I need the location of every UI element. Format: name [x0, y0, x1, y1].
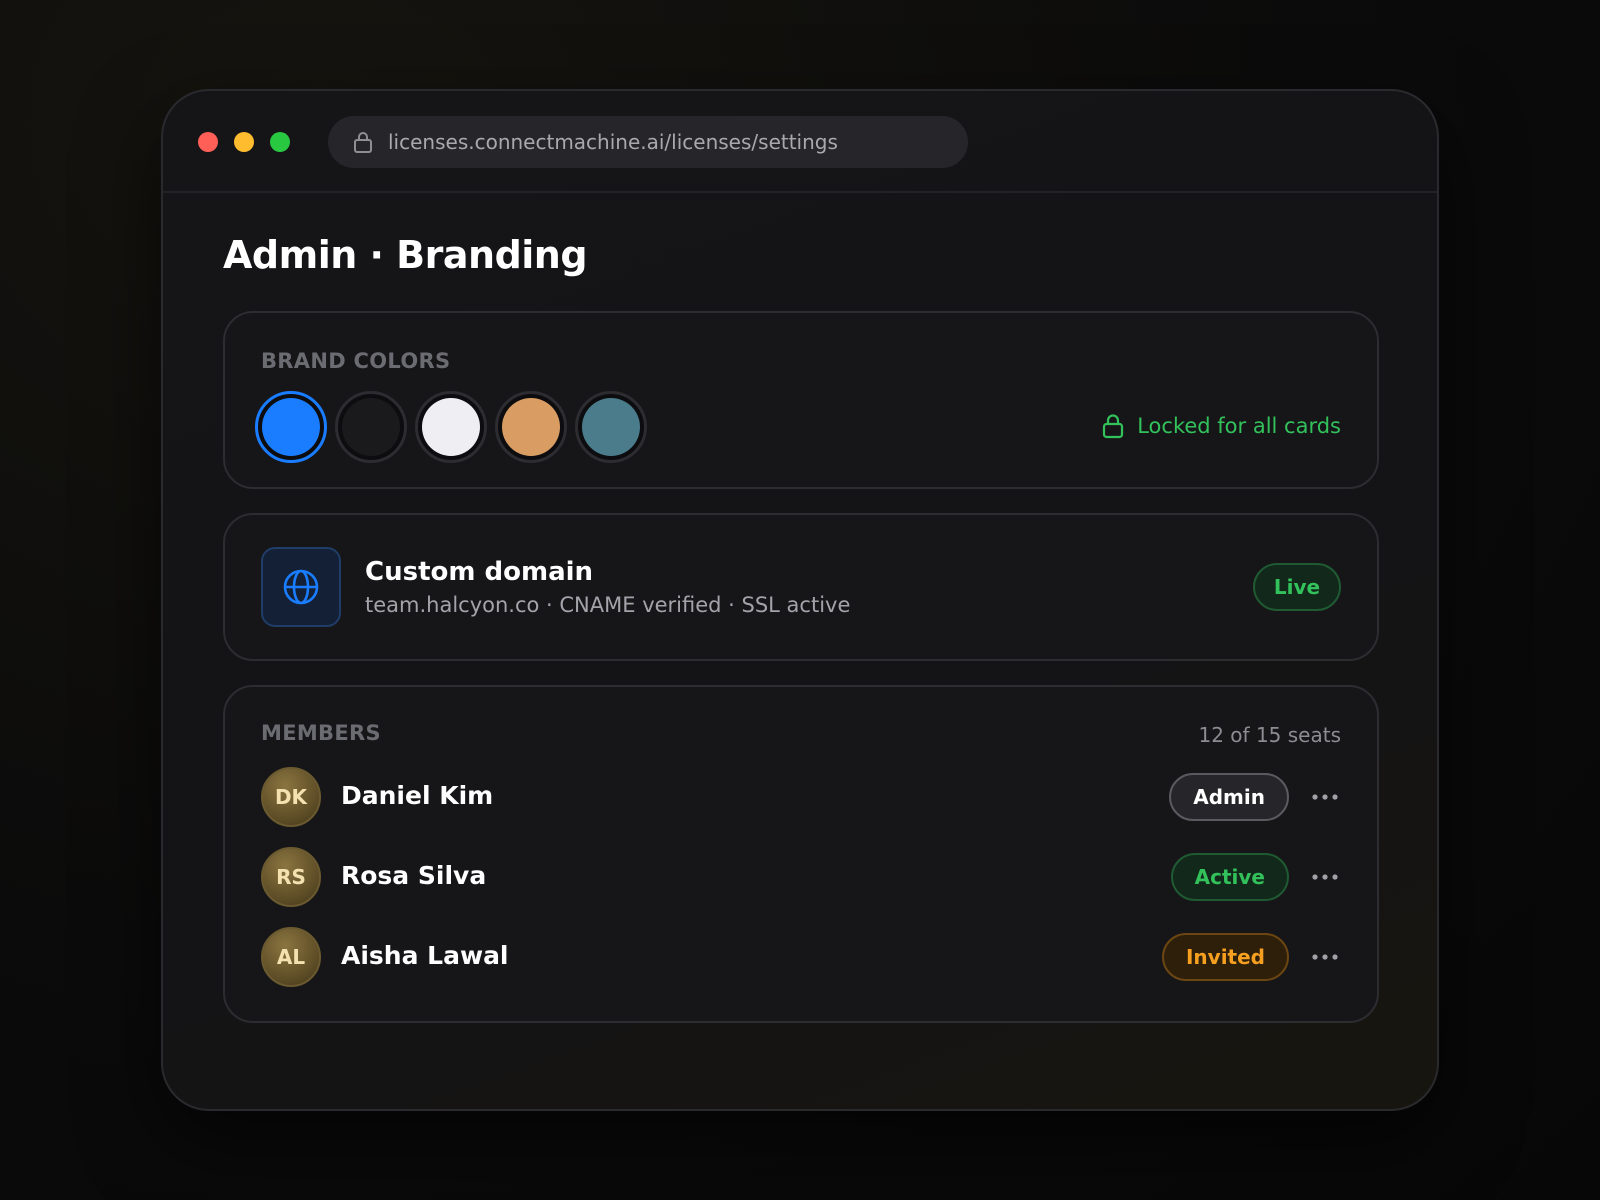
address-bar[interactable]: licenses.connectmachine.ai/licenses/sett…	[328, 116, 968, 168]
member-name: Daniel Kim	[341, 781, 494, 810]
more-options-icon[interactable]	[1309, 941, 1341, 973]
globe-icon	[261, 547, 341, 627]
locked-status: Locked for all cards	[1101, 413, 1341, 439]
swatch-fill	[422, 398, 480, 456]
domain-title: Custom domain	[365, 557, 594, 587]
color-swatch-black[interactable]	[335, 391, 407, 463]
minimize-window-button[interactable]	[234, 132, 254, 152]
avatar: AL	[261, 927, 321, 987]
members-label: MEMBERS	[261, 721, 381, 745]
domain-details: team.halcyon.co · CNAME verified · SSL a…	[365, 593, 851, 617]
role-badge[interactable]: Invited	[1161, 933, 1289, 981]
swatch-fill	[342, 398, 400, 456]
locked-text: Locked for all cards	[1137, 414, 1341, 438]
browser-titlebar: licenses.connectmachine.ai/licenses/sett…	[163, 91, 1437, 193]
color-swatch-white[interactable]	[415, 391, 487, 463]
color-swatch-blue[interactable]	[255, 391, 327, 463]
avatar: RS	[261, 847, 321, 907]
swatch-fill	[502, 398, 560, 456]
member-row[interactable]: RS Rosa Silva Active	[261, 847, 1341, 909]
member-name: Aisha Lawal	[341, 941, 509, 970]
url-text: licenses.connectmachine.ai/licenses/sett…	[388, 130, 838, 154]
lock-icon	[1103, 414, 1124, 439]
close-window-button[interactable]	[198, 132, 218, 152]
color-swatches	[255, 391, 647, 463]
avatar: DK	[261, 767, 321, 827]
brand-colors-label: BRAND COLORS	[261, 349, 451, 373]
more-options-icon[interactable]	[1309, 861, 1341, 893]
color-swatch-teal[interactable]	[575, 391, 647, 463]
members-card: MEMBERS 12 of 15 seats DK Daniel Kim Adm…	[223, 685, 1379, 1023]
swatch-fill	[582, 398, 640, 456]
member-name: Rosa Silva	[341, 861, 487, 890]
page-title: Admin · Branding	[223, 233, 588, 277]
brand-colors-card: BRAND COLORS Locked for all cards	[223, 311, 1379, 489]
role-badge[interactable]: Active	[1170, 853, 1289, 901]
member-row[interactable]: AL Aisha Lawal Invited	[261, 927, 1341, 989]
domain-status-badge: Live	[1253, 563, 1341, 611]
lock-icon	[354, 132, 372, 153]
seat-count: 12 of 15 seats	[1198, 723, 1342, 747]
member-row[interactable]: DK Daniel Kim Admin	[261, 767, 1341, 829]
maximize-window-button[interactable]	[270, 132, 290, 152]
custom-domain-card: Custom domain team.halcyon.co · CNAME ve…	[223, 513, 1379, 661]
role-badge[interactable]: Admin	[1169, 773, 1289, 821]
color-swatch-tan[interactable]	[495, 391, 567, 463]
more-options-icon[interactable]	[1309, 781, 1341, 813]
browser-window: licenses.connectmachine.ai/licenses/sett…	[161, 89, 1439, 1111]
swatch-fill	[262, 398, 320, 456]
